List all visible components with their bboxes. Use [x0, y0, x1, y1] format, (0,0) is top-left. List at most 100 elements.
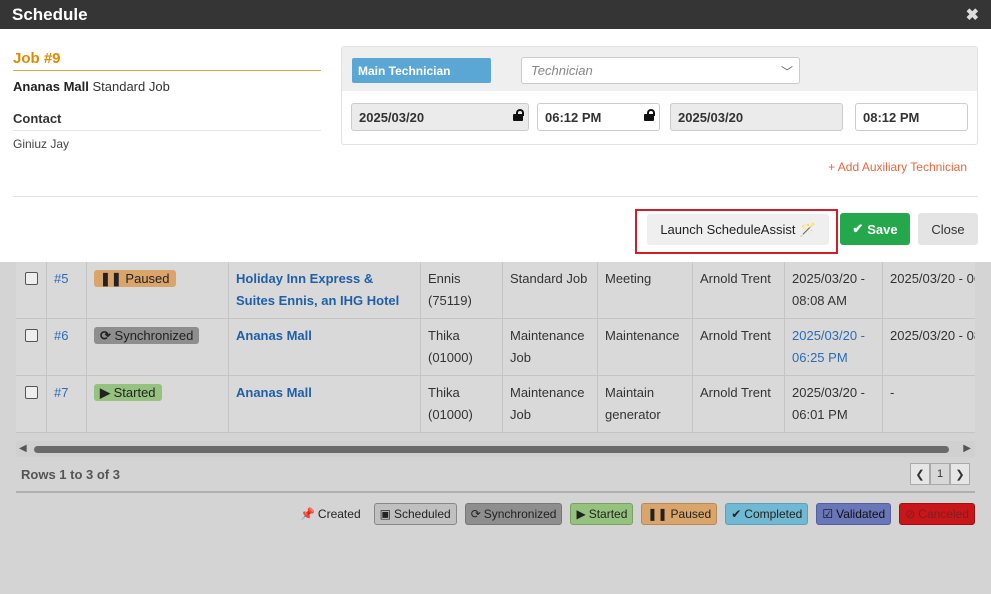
legend-label: Canceled [918, 507, 969, 521]
site-cell: Holiday Inn Express & Suites Ennis, an I… [229, 262, 421, 318]
start-time-value: 06:12 PM [545, 109, 602, 125]
save-button[interactable]: ✔ Save [840, 213, 910, 245]
site-link[interactable]: Ananas Mall [236, 328, 312, 343]
location-cell: Thika (01000) [421, 376, 503, 432]
ban-icon: ⊘ [905, 507, 916, 521]
legend-label: Synchronized [483, 507, 557, 521]
table-row[interactable]: #6 ⟳ Synchronized Ananas Mall Thika (010… [16, 319, 975, 376]
add-auxiliary-technician-link[interactable]: + Add Auxiliary Technician [828, 160, 967, 174]
modal-header: Schedule ✖ [0, 0, 991, 29]
chevron-left-icon: ❮ [915, 468, 925, 481]
row-checkbox[interactable] [24, 386, 38, 399]
contact-name: Giniuz Jay [13, 137, 70, 151]
launch-label: Launch ScheduleAssist [660, 222, 796, 237]
legend-completed: ✔ Completed [725, 503, 809, 525]
chevron-right-icon: ❯ [955, 468, 965, 481]
legend-scheduled: ▣ Scheduled [373, 503, 457, 525]
job-title: Job #9 [13, 50, 321, 71]
row-checkbox-cell [16, 262, 47, 318]
start-date-link[interactable]: 2025/03/20 - 06:25 PM [792, 328, 865, 365]
play-icon: ▶ [576, 507, 586, 521]
close-icon[interactable]: ✖ [966, 5, 979, 25]
location-cell: Ennis (75119) [421, 262, 503, 318]
rows-info: Rows 1 to 3 of 3 [21, 466, 120, 482]
job-id-link[interactable]: #7 [54, 385, 68, 400]
end-cell: 2025/03/20 - 08:25 PM [890, 328, 975, 343]
technician-cell: Arnold Trent [693, 319, 785, 375]
play-icon: ▶ [100, 385, 110, 400]
site-link[interactable]: Ananas Mall [236, 385, 312, 400]
legend-label: Validated [836, 507, 886, 521]
job-site-line: Ananas Mall Standard Job [13, 79, 170, 94]
contact-label: Contact [13, 111, 321, 131]
technician-cell: Arnold Trent [693, 262, 785, 318]
legend-validated: ☑ Validated [816, 503, 892, 525]
horizontal-scrollbar[interactable]: ◀ ▶ [16, 441, 975, 457]
next-page-button[interactable]: ❯ [950, 463, 970, 485]
job-type: Standard Job [92, 79, 170, 94]
save-label: Save [867, 221, 898, 237]
unlock-icon[interactable] [513, 109, 524, 121]
jobs-table: #5 ❚❚ Paused Holiday Inn Express & Suite… [16, 262, 975, 433]
unlock-icon[interactable] [644, 109, 655, 121]
pause-icon: ❚❚ [100, 271, 122, 286]
end-time-value: 08:12 PM [863, 109, 920, 125]
job-type-cell: Maintenance Job [503, 319, 598, 375]
page-button[interactable]: 1 [930, 463, 950, 485]
start-time-field[interactable]: 06:12 PM [537, 103, 660, 131]
status-cell: ⟳ Synchronized [87, 319, 229, 375]
legend-label: Completed [744, 507, 803, 521]
end-cell: - [890, 385, 895, 400]
launch-scheduleassist-button[interactable]: Launch ScheduleAssist 🪄 [647, 214, 829, 245]
modal-title: Schedule [12, 4, 88, 24]
table-row[interactable]: #7 ▶ Started Ananas Mall Thika (01000) M… [16, 376, 975, 433]
scrollbar-thumb[interactable] [34, 446, 949, 453]
sync-icon: ⟳ [470, 507, 481, 521]
status-badge: ⟳ Synchronized [94, 327, 200, 344]
job-id-link[interactable]: #6 [54, 328, 68, 343]
schedule-modal: Job #9 Ananas Mall Standard Job Contact … [0, 29, 991, 262]
status-badge: ❚❚ Paused [94, 270, 176, 287]
check-icon: ✔ [852, 221, 864, 236]
divider [13, 196, 978, 197]
end-date-field[interactable]: 2025/03/20 [670, 103, 843, 131]
scroll-left-icon[interactable]: ◀ [19, 443, 27, 454]
technician-panel: Main Technician Technician ﹀ 2025/03/20 … [341, 46, 978, 145]
legend-label: Scheduled [393, 507, 451, 521]
scroll-right-icon[interactable]: ▶ [963, 443, 971, 454]
pagination: ❮ 1 ❯ [910, 463, 970, 485]
start-cell: 2025/03/20 - 06:01 PM [785, 376, 883, 432]
location-cell: Thika (01000) [421, 319, 503, 375]
row-checkbox[interactable] [24, 272, 38, 285]
legend-label: Created [317, 507, 361, 521]
job-id-link[interactable]: #5 [54, 271, 68, 286]
end-date-value: 2025/03/20 [678, 109, 744, 125]
description-cell: Meeting [598, 262, 693, 318]
close-button[interactable]: Close [918, 213, 978, 245]
job-type-cell: Standard Job [503, 262, 598, 318]
end-cell: 2025/03/20 - 06:01 PM [890, 271, 975, 286]
site-link[interactable]: Holiday Inn Express & Suites Ennis, an I… [236, 271, 399, 308]
site-cell: Ananas Mall [229, 319, 421, 375]
job-id-cell: #5 [47, 262, 87, 318]
status-badge: ▶ Started [94, 384, 162, 401]
start-date-value: 2025/03/20 [359, 109, 425, 125]
row-checkbox[interactable] [24, 329, 38, 342]
start-cell: 2025/03/20 - 08:08 AM [785, 262, 883, 318]
technician-select[interactable]: Technician ﹀ [521, 57, 800, 84]
end-time-field[interactable]: 08:12 PM [855, 103, 968, 131]
technician-select-placeholder: Technician [531, 63, 593, 78]
sync-icon: ⟳ [100, 328, 111, 343]
main-technician-label: Main Technician [352, 58, 491, 83]
job-id-cell: #7 [47, 376, 87, 432]
legend-label: Started [588, 507, 628, 521]
legend-created: 📌 Created [295, 504, 366, 524]
legend-canceled: ⊘ Canceled [899, 503, 975, 525]
job-site: Ananas Mall [13, 79, 89, 94]
row-checkbox-cell [16, 376, 47, 432]
table-row[interactable]: #5 ❚❚ Paused Holiday Inn Express & Suite… [16, 262, 975, 319]
technician-header: Main Technician Technician ﹀ [342, 47, 977, 91]
status-cell: ❚❚ Paused [87, 262, 229, 318]
prev-page-button[interactable]: ❮ [910, 463, 930, 485]
start-date-field[interactable]: 2025/03/20 [351, 103, 529, 131]
